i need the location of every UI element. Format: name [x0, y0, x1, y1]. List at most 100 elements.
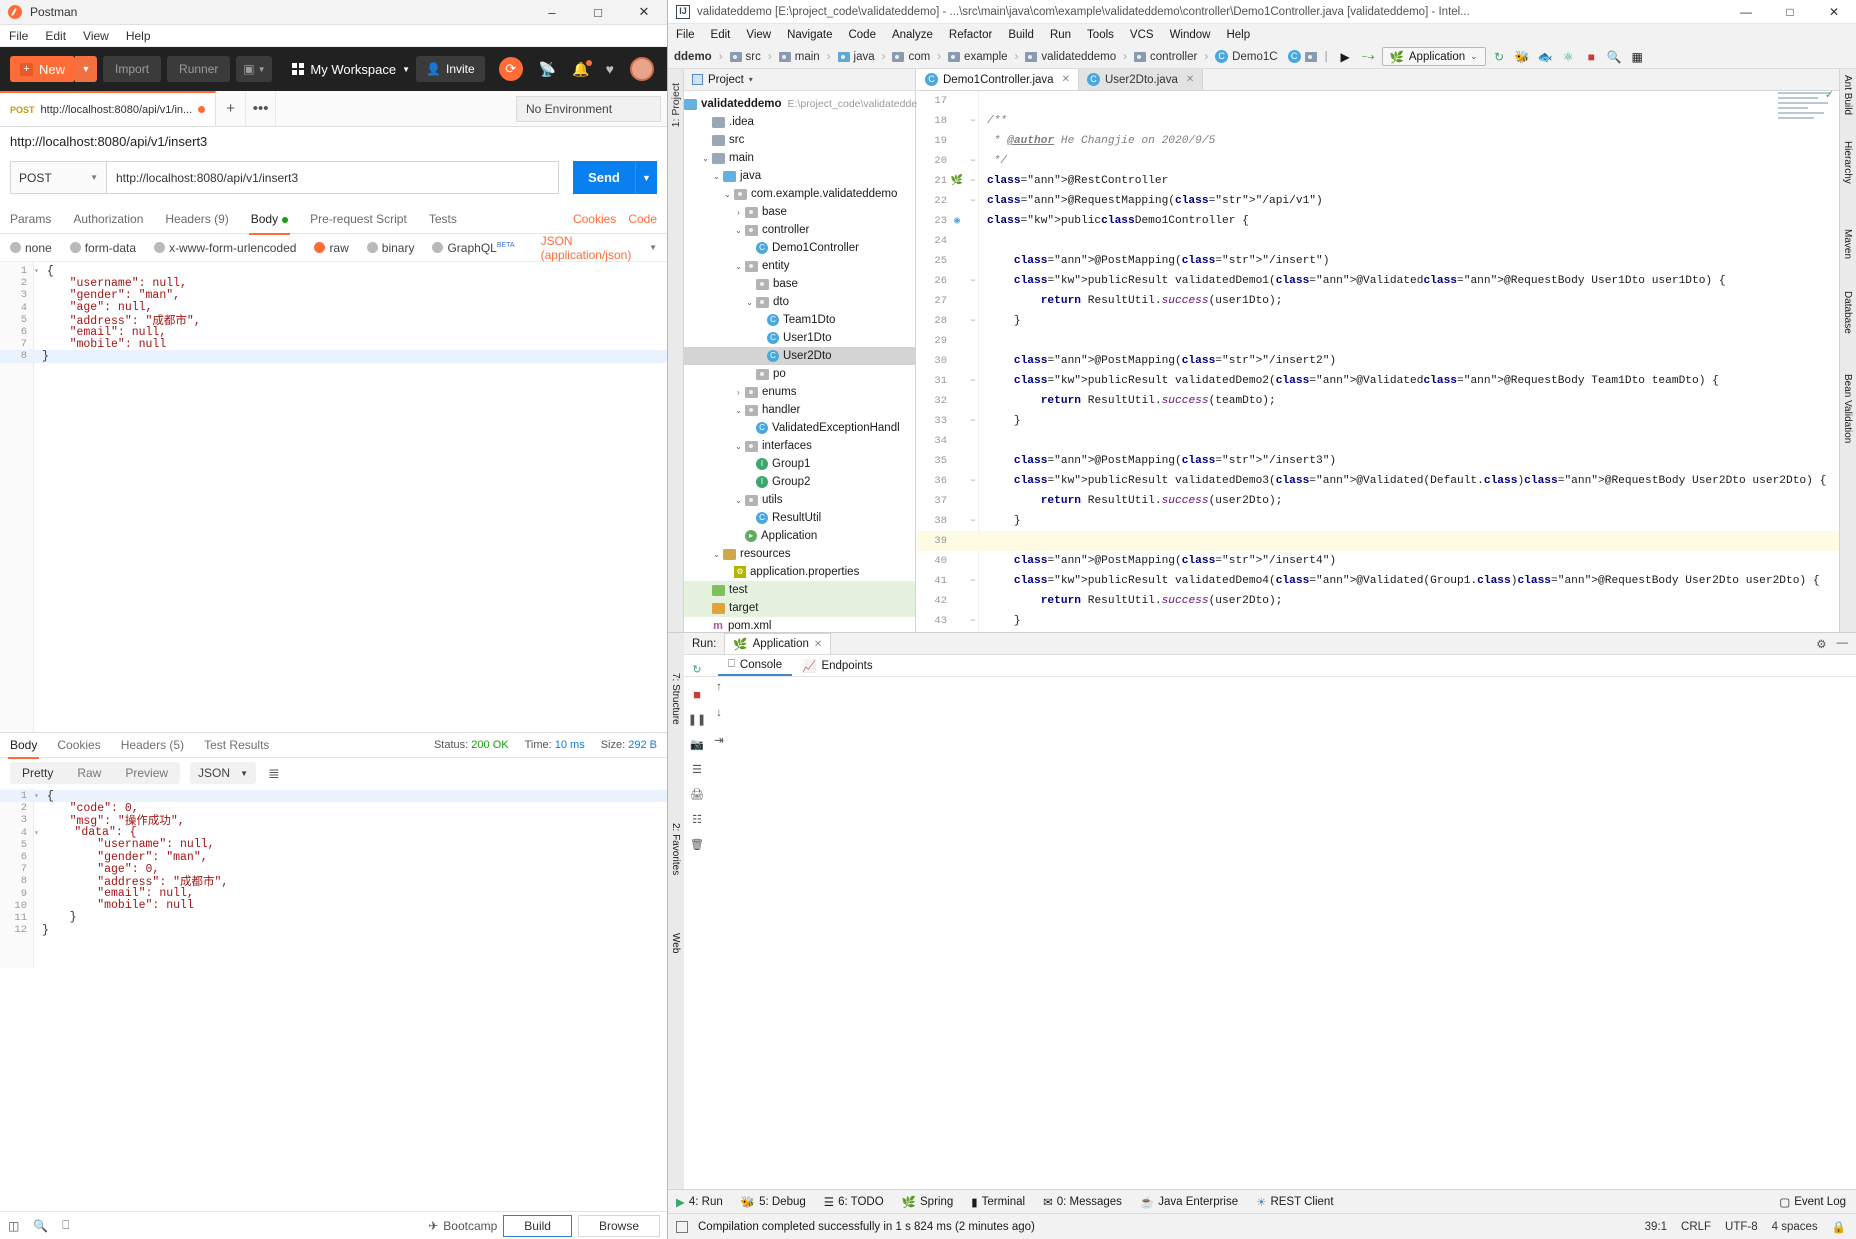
tree-arrow[interactable]: ⌄ — [732, 406, 745, 415]
tree-row[interactable]: ⌄ dto — [684, 293, 915, 311]
response-body-viewer[interactable]: 1 ▾{ 2 "code": 0, 3 "msg": "操作成功", 4 ▾ "da… — [0, 788, 667, 968]
body-type-none[interactable]: none — [10, 241, 52, 255]
tree-arrow[interactable]: › — [732, 208, 745, 217]
menu-item-file[interactable]: File — [676, 29, 695, 41]
tab-headers[interactable]: Headers (9) — [165, 212, 228, 226]
tree-row[interactable]: .idea — [684, 113, 915, 131]
gutter-marker-icon[interactable]: 🌿 — [947, 175, 967, 187]
tree-arrow[interactable]: ⌄ — [732, 496, 745, 505]
minimize-icon[interactable]: — — [1837, 637, 1849, 651]
bottom-tab-debug[interactable]: 🐝 5: Debug — [741, 1195, 806, 1209]
tree-row[interactable]: ⌄ com.example.validateddemo — [684, 185, 915, 203]
debug-icon[interactable]: 🐝 — [1513, 47, 1532, 66]
tree-arrow[interactable]: ⌄ — [721, 190, 734, 199]
tab-params[interactable]: Params — [10, 212, 51, 226]
view-mode-raw[interactable]: Raw — [65, 762, 113, 784]
breadcrumb-item-main[interactable]: main — [795, 51, 820, 63]
arrow-up-icon[interactable]: ↑ — [716, 681, 722, 693]
tool-window-structure[interactable]: 7: Structure — [670, 673, 681, 725]
scroll-to-end-icon[interactable]: ⇥ — [714, 733, 724, 747]
bottom-tab-todo[interactable]: ☰ 6: TODO — [824, 1195, 884, 1209]
tool-window-ant-build[interactable]: Ant Build — [1842, 75, 1853, 115]
wrap-icon[interactable]: ☷ — [689, 811, 705, 827]
profiler-icon[interactable]: ⚛ — [1559, 47, 1578, 66]
runner-button[interactable]: Runner — [167, 56, 231, 82]
import-button[interactable]: Import — [103, 56, 162, 82]
menu-item-help[interactable]: Help — [126, 29, 151, 43]
run-with-coverage-icon[interactable]: 🐟 — [1536, 47, 1555, 66]
build-button[interactable]: Build — [503, 1214, 572, 1237]
sidebar-toggle-icon[interactable]: ◫ — [8, 1219, 19, 1233]
breadcrumb-item-ddemo[interactable]: ddemo — [674, 51, 712, 63]
tool-window-hierarchy[interactable]: Hierarchy — [1842, 141, 1853, 184]
tree-row[interactable]: I Group1 — [684, 455, 915, 473]
wrap-lines-icon[interactable]: ≣ — [268, 765, 280, 782]
browse-button[interactable]: Browse — [577, 1214, 660, 1237]
body-type-form-data[interactable]: form-data — [69, 241, 136, 255]
editor-tab-demo1controller[interactable]: C Demo1Controller.java ✕ — [917, 69, 1079, 90]
tree-row[interactable]: src — [684, 131, 915, 149]
response-tab-headers[interactable]: Headers (5) — [121, 738, 184, 752]
tree-arrow[interactable]: ⌄ — [732, 262, 745, 271]
tree-row[interactable]: ⚙ application.properties — [684, 563, 915, 581]
menu-item-vcs[interactable]: VCS — [1130, 29, 1154, 41]
breadcrumb-item-java[interactable]: java — [854, 51, 875, 63]
body-type-binary[interactable]: binary — [366, 241, 414, 255]
tree-row[interactable]: ▸ Application — [684, 527, 915, 545]
bottom-tab-terminal[interactable]: ▮ Terminal — [971, 1195, 1025, 1209]
tree-arrow[interactable]: ⌄ — [710, 550, 723, 559]
tree-row[interactable]: ⌄ utils — [684, 491, 915, 509]
heart-icon[interactable]: ♥ — [606, 61, 614, 77]
file-encoding[interactable]: UTF-8 — [1725, 1221, 1758, 1233]
bottom-tab-spring[interactable]: 🌿 Spring — [902, 1195, 954, 1209]
response-format-select[interactable]: JSON ▼ — [190, 762, 256, 784]
menu-item-navigate[interactable]: Navigate — [787, 29, 832, 41]
tool-window-database[interactable]: Database — [1842, 291, 1853, 334]
send-button[interactable]: Send — [573, 161, 635, 194]
tree-row[interactable]: C Team1Dto — [684, 311, 915, 329]
sync-icon[interactable]: ⟳ — [498, 57, 523, 81]
fold-icon[interactable]: − — [967, 196, 979, 206]
send-dropdown-caret-icon[interactable]: ▼ — [635, 161, 657, 194]
menu-item-window[interactable]: Window — [1170, 29, 1211, 41]
class-icon[interactable]: C — [1287, 50, 1301, 63]
close-icon[interactable]: ✕ — [1062, 74, 1070, 85]
fold-icon[interactable]: − — [967, 576, 979, 586]
menu-item-code[interactable]: Code — [848, 29, 876, 41]
view-mode-pretty[interactable]: Pretty — [10, 762, 65, 784]
tree-row[interactable]: C User2Dto — [684, 347, 915, 365]
breadcrumb-item-class[interactable]: Demo1C — [1232, 51, 1277, 63]
menu-item-view[interactable]: View — [83, 29, 109, 43]
code-link[interactable]: Code — [628, 212, 657, 226]
code-editor[interactable]: 17 18−/** 19 * @author He Changjie on 2020… — [917, 91, 1839, 677]
tree-row[interactable]: › base — [684, 203, 915, 221]
tab-tests[interactable]: Tests — [429, 212, 457, 226]
rerun-icon[interactable]: ↻ — [689, 661, 705, 677]
close-icon[interactable]: ✕ — [814, 639, 822, 650]
view-mode-preview[interactable]: Preview — [113, 762, 180, 784]
tree-row[interactable]: C ValidatedExceptionHandl — [684, 419, 915, 437]
camera-icon[interactable]: 📷 — [689, 736, 705, 752]
tool-window-bean-validation[interactable]: Bean Validation — [1842, 374, 1853, 443]
notifications-icon[interactable]: 🔔 — [572, 59, 592, 78]
response-tab-test-results[interactable]: Test Results — [204, 738, 269, 752]
request-tab[interactable]: POST http://localhost:8080/api/v1/in... — [0, 91, 217, 126]
console-icon[interactable]: ⎕ — [62, 1218, 69, 1233]
pause-icon[interactable]: ❚❚ — [688, 711, 706, 727]
status-toggle-icon[interactable] — [676, 1220, 688, 1233]
fold-icon[interactable]: − — [967, 476, 979, 486]
menu-item-file[interactable]: File — [9, 29, 28, 43]
satellite-icon[interactable]: 📡 — [539, 61, 556, 78]
menu-item-help[interactable]: Help — [1226, 29, 1250, 41]
run-configuration-select[interactable]: 🌿 Application ⌄ — [1381, 47, 1486, 66]
tree-row[interactable]: ⌄ controller — [684, 221, 915, 239]
tab-endpoints[interactable]: 📈 Endpoints — [792, 655, 882, 676]
tool-window-favorites[interactable]: 2: Favorites — [670, 823, 681, 875]
bottom-tab-run[interactable]: ▶ 4: Run — [676, 1195, 723, 1209]
menu-item-run[interactable]: Run — [1050, 29, 1071, 41]
menu-item-view[interactable]: View — [746, 29, 771, 41]
filter-icon[interactable]: ☰ — [689, 761, 705, 777]
menu-item-tools[interactable]: Tools — [1087, 29, 1114, 41]
print-icon[interactable]: 🖨 — [689, 786, 705, 802]
tab-options-icon[interactable]: ••• — [246, 91, 277, 126]
